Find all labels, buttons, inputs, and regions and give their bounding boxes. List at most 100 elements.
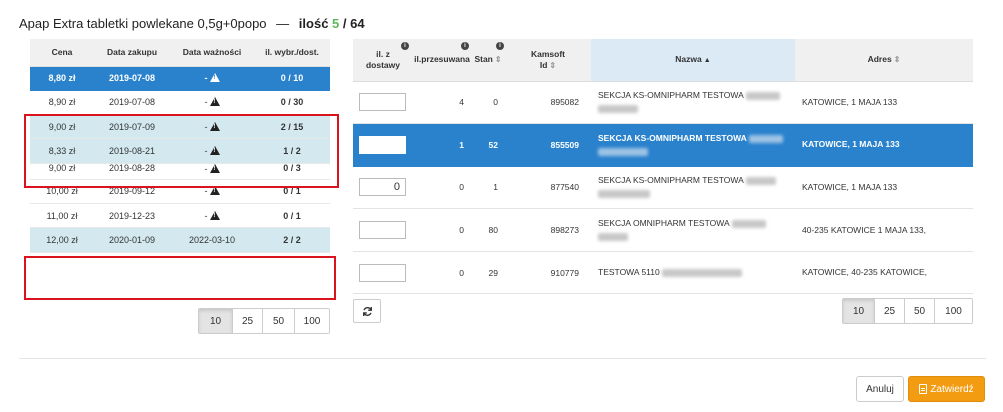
batch-expiry: - (170, 163, 254, 180)
delivery-qty-input[interactable] (359, 263, 406, 282)
page-size-100[interactable]: 100 (934, 299, 972, 323)
batch-price: 8,80 zł (30, 66, 94, 91)
info-circle-icon[interactable]: i (496, 42, 504, 50)
delivery-qty-input[interactable] (359, 135, 406, 154)
page-size-10[interactable]: 10 (199, 309, 232, 333)
batch-purchase-date: 2019-07-08 (94, 90, 170, 116)
moved-qty: 1 (413, 123, 471, 167)
header-moved-qty[interactable]: il.przesuwana i (413, 39, 471, 82)
stock-value: 80 (471, 208, 505, 252)
pharmacy-address: KATOWICE, 40-235 KATOWICE, (795, 251, 973, 295)
delivery-qty-input[interactable] (359, 221, 406, 240)
batch-row[interactable]: 12,00 zł 2020-01-09 2022-03-10 2 / 2 (30, 227, 330, 253)
refresh-button[interactable] (353, 299, 381, 323)
page-size-25[interactable]: 25 (874, 299, 904, 323)
batch-qty: 2 / 15 (254, 114, 330, 140)
moved-qty: 0 (413, 251, 471, 295)
pharmacy-name: SEKCJA OMNIPHARM TESTOWA xx (591, 208, 795, 252)
sort-icon: ⇕ (549, 60, 557, 70)
delivery-cell (353, 251, 413, 295)
batch-row[interactable]: 8,80 zł 2019-07-08 - 0 / 10 (30, 66, 330, 91)
delivery-cell (353, 166, 413, 210)
info-circle-icon[interactable]: i (461, 42, 469, 50)
cancel-button[interactable]: Anuluj (856, 376, 904, 402)
batch-row[interactable]: 9,00 zł 2019-08-28 - 0 / 3 (30, 163, 330, 180)
title-separator: — (276, 16, 290, 31)
batch-price: 12,00 zł (30, 227, 94, 253)
kamsoft-id: 910779 (505, 251, 591, 295)
page-size-50[interactable]: 50 (262, 309, 294, 333)
redacted-text: x (748, 134, 783, 143)
batch-qty: 0 / 1 (254, 179, 330, 204)
batch-price: 9,00 zł (30, 163, 94, 180)
redacted-text: x (598, 147, 648, 156)
redacted-text: x (745, 92, 780, 101)
page-size-25[interactable]: 25 (232, 309, 262, 333)
kamsoft-id: 895082 (505, 81, 591, 125)
delivery-cell (353, 123, 413, 167)
batch-expiry: - (170, 203, 254, 229)
moved-qty: 0 (413, 208, 471, 252)
footer-divider (19, 358, 986, 359)
batch-purchase-date: 2019-08-28 (94, 163, 170, 180)
batch-qty: 0 / 1 (254, 203, 330, 229)
pharmacy-row[interactable]: 4 0 895082 SEKCJA KS-OMNIPHARM TESTOWA x… (353, 81, 973, 125)
info-circle-icon[interactable]: i (401, 42, 409, 50)
confirm-button[interactable]: Zatwierdź (908, 376, 985, 402)
dialog-title: Apap Extra tabletki powlekane 0,5g+0popo… (19, 16, 365, 31)
header-qty-selected[interactable]: il. wybr./dost. (254, 39, 330, 67)
header-name[interactable]: Nazwa ▲ (591, 39, 795, 82)
page-size-100[interactable]: 100 (294, 309, 329, 333)
moved-qty: 0 (413, 166, 471, 210)
pharmacies-page-size-pager: 10 25 50 100 (842, 298, 973, 324)
delivery-qty-input[interactable] (359, 178, 406, 197)
confirm-button-label: Zatwierdź (930, 383, 974, 395)
quantity-total: 64 (350, 16, 365, 31)
document-icon (919, 384, 928, 394)
delivery-cell (353, 208, 413, 252)
page-size-50[interactable]: 50 (904, 299, 934, 323)
pharmacy-row[interactable]: 0 1 877540 SEKCJA KS-OMNIPHARM TESTOWA x… (353, 166, 973, 210)
batch-row[interactable]: 11,00 zł 2019-12-23 - 0 / 1 (30, 203, 330, 229)
stock-value: 0 (471, 81, 505, 125)
batch-expiry: - (170, 138, 254, 164)
pharmacy-row[interactable]: 0 80 898273 SEKCJA OMNIPHARM TESTOWA xx … (353, 208, 973, 252)
batch-purchase-date: 2019-07-09 (94, 114, 170, 140)
batch-row[interactable]: 8,90 zł 2019-07-08 - 0 / 30 (30, 90, 330, 116)
warning-triangle-icon (209, 186, 220, 196)
header-stock[interactable]: Stan ⇕ i (471, 39, 505, 82)
batch-price: 8,33 zł (30, 138, 94, 164)
header-price[interactable]: Cena (30, 39, 94, 67)
batch-row[interactable]: 9,00 zł 2019-07-09 - 2 / 15 (30, 114, 330, 140)
batch-purchase-date: 2020-01-09 (94, 227, 170, 253)
pharmacy-row[interactable]: 1 52 855509 SEKCJA KS-OMNIPHARM TESTOWA … (353, 123, 973, 167)
redacted-text: x (598, 105, 638, 114)
pharmacy-address: KATOWICE, 1 MAJA 133 (795, 123, 973, 167)
refresh-icon (362, 306, 372, 316)
moved-qty: 4 (413, 81, 471, 125)
batch-row[interactable]: 8,33 zł 2019-08-21 - 1 / 2 (30, 138, 330, 164)
redacted-text: x (598, 190, 650, 199)
pharmacies-table: il. z dostawy i il.przesuwana i Stan ⇕ i K… (353, 39, 973, 295)
annotation-box-bottom (24, 256, 336, 300)
header-purchase-date[interactable]: Data zakupu (94, 39, 170, 67)
batch-expiry: - (170, 114, 254, 140)
header-expiry-date[interactable]: Data ważności (170, 39, 254, 67)
header-address[interactable]: Adres ⇕ (795, 39, 973, 82)
batch-row[interactable]: 10,00 zł 2019-09-12 - 0 / 1 (30, 179, 330, 204)
batch-qty: 2 / 2 (254, 227, 330, 253)
pharmacy-row[interactable]: 0 29 910779 TESTOWA 5110 x KATOWICE, 40-… (353, 251, 973, 295)
page-size-10[interactable]: 10 (843, 299, 874, 323)
warning-triangle-icon (209, 210, 220, 220)
stock-value: 29 (471, 251, 505, 295)
header-kamsoft-id[interactable]: Kamsoft Id ⇕ (505, 39, 591, 82)
redacted-text: x (662, 268, 743, 277)
redacted-text: x (598, 232, 628, 241)
pharmacy-address: KATOWICE, 1 MAJA 133 (795, 81, 973, 125)
delivery-qty-input[interactable] (359, 93, 406, 112)
kamsoft-id: 898273 (505, 208, 591, 252)
batch-price: 8,90 zł (30, 90, 94, 116)
batch-purchase-date: 2019-07-08 (94, 66, 170, 91)
batch-expiry: - (170, 90, 254, 116)
header-delivery-qty[interactable]: il. z dostawy i (353, 39, 413, 82)
